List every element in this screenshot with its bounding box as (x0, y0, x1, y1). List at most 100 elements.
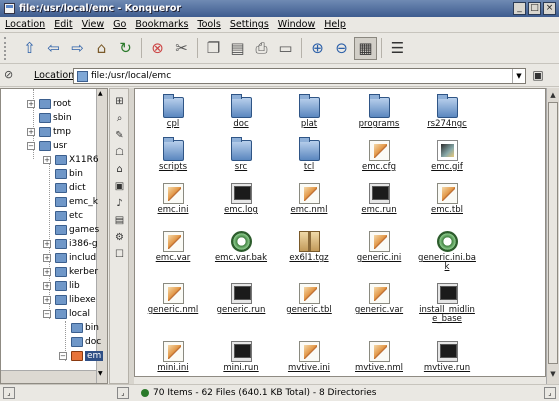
home-icon[interactable]: ⌂ (90, 37, 113, 60)
file-item[interactable]: mini.run (211, 339, 271, 376)
tree-item[interactable]: games (55, 223, 99, 237)
tree-item[interactable]: usr (39, 139, 67, 153)
scrollbar-thumb[interactable] (548, 102, 558, 364)
file-item[interactable]: rs274ngc (417, 94, 477, 141)
file-item[interactable]: mini.ini (143, 339, 203, 376)
tree-expander[interactable]: + (43, 240, 51, 248)
tree-item[interactable]: sbin (39, 111, 72, 125)
go-icon[interactable]: ▣ (530, 68, 546, 84)
file-view[interactable]: cpl doc plat programs rs274ngc scripts src tcl e… (134, 88, 546, 377)
tree-item[interactable]: bin (71, 321, 99, 335)
tree-expander[interactable]: − (43, 310, 51, 318)
home-icon[interactable]: ⌂ (112, 163, 127, 177)
cut-icon[interactable]: ✂ (170, 37, 193, 60)
tree-expander[interactable]: + (27, 100, 35, 108)
tree-expander[interactable]: + (43, 282, 51, 290)
menu-location[interactable]: Location (5, 19, 45, 30)
history-icon[interactable]: ▤ (112, 214, 127, 228)
bookmark-icon[interactable]: ☖ (112, 146, 127, 160)
tree-item[interactable]: em (71, 349, 104, 363)
file-item[interactable]: install_midlin e_base (417, 281, 477, 327)
tree-item[interactable]: root (39, 97, 71, 111)
tree-expander[interactable]: + (43, 254, 51, 262)
tree-item[interactable]: emc_k (55, 195, 98, 209)
print-icon[interactable]: ⎙ (250, 37, 273, 60)
file-item[interactable]: cpl (143, 94, 203, 141)
icon-view-icon[interactable]: ▦ (354, 36, 377, 60)
menu-bookmarks[interactable]: Bookmarks (135, 19, 188, 30)
file-item[interactable]: emc.nml (279, 181, 339, 227)
file-item[interactable]: emc.log (211, 181, 271, 227)
file-item[interactable]: src (211, 137, 271, 184)
corner-icon[interactable]: ⌟ (3, 387, 15, 399)
file-item[interactable]: mvtive.run (417, 339, 477, 376)
app-icon[interactable] (4, 3, 15, 14)
file-item[interactable]: tcl (279, 137, 339, 184)
tree-expander[interactable]: + (27, 128, 35, 136)
reload-icon[interactable]: ↻ (114, 37, 137, 60)
zoom-in-icon[interactable]: ⊕ (306, 37, 329, 60)
tree-expander[interactable]: − (27, 142, 35, 150)
close-button[interactable]: × (543, 2, 556, 15)
toolbar-grip[interactable] (4, 37, 10, 60)
file-item[interactable]: mvtive.nml (349, 339, 409, 376)
scroll-up-icon[interactable]: ▲ (98, 90, 103, 97)
file-item[interactable]: emc.ini (143, 181, 203, 227)
file-item[interactable]: ex6l1.tgz (279, 229, 339, 275)
file-item[interactable]: generic.tbl (279, 281, 339, 327)
back-icon[interactable]: ⇦ (42, 37, 65, 60)
maximize-button[interactable]: □ (528, 2, 541, 15)
file-item[interactable]: emc.var (143, 229, 203, 275)
forward-icon[interactable]: ⇨ (66, 37, 89, 60)
title-bar[interactable]: file:/usr/local/emc - Konqueror _ □ × (0, 0, 559, 17)
location-input[interactable]: file:/usr/local/emc ▼ (73, 68, 526, 84)
scroll-down-icon[interactable]: ▼ (98, 370, 103, 377)
tree-expander[interactable]: + (43, 296, 51, 304)
tree-expander[interactable]: − (59, 352, 67, 360)
tree-item[interactable]: libexe (55, 293, 96, 307)
zoom-out-icon[interactable]: ⊖ (330, 37, 353, 60)
menu-go[interactable]: Go (113, 19, 126, 30)
clear-location-icon[interactable]: ⊘ (4, 68, 18, 82)
tree-item[interactable]: includ (55, 251, 96, 265)
media-icon[interactable]: ♪ (112, 197, 127, 211)
view-scrollbar[interactable]: ▲ ▼ (546, 88, 559, 384)
copy-icon[interactable]: ❐ (202, 37, 225, 60)
scroll-up-icon[interactable]: ▲ (548, 89, 558, 101)
file-item[interactable]: emc.var.bak (211, 229, 271, 275)
file-item[interactable]: scripts (143, 137, 203, 184)
file-item[interactable]: mvtive.ini (279, 339, 339, 376)
tree-expander[interactable]: + (43, 268, 51, 276)
paste-icon[interactable]: ▤ (226, 37, 249, 60)
find-icon[interactable]: ⌕ (112, 112, 127, 126)
menu-settings[interactable]: Settings (230, 19, 269, 30)
tree-item[interactable]: bin (55, 167, 83, 181)
corner-icon[interactable]: ⌟ (117, 387, 129, 399)
file-item[interactable]: generic.run (211, 281, 271, 327)
tree-icon[interactable]: ☐ (112, 248, 127, 262)
tree-item[interactable]: tmp (39, 125, 71, 139)
tree-item[interactable]: kerber (55, 265, 98, 279)
menu-help[interactable]: Help (324, 19, 346, 30)
file-item[interactable]: emc.tbl (417, 181, 477, 227)
tree-item[interactable]: lib (55, 279, 80, 293)
tree-item[interactable]: local (55, 307, 90, 321)
edit-icon[interactable]: ✎ (112, 129, 127, 143)
file-item[interactable]: generic.var (349, 281, 409, 327)
menu-tools[interactable]: Tools (197, 19, 220, 30)
resize-grip-icon[interactable]: ⌟ (544, 387, 556, 399)
tree-item[interactable]: X11R6 (55, 153, 99, 167)
file-item[interactable]: generic.ini.ba k (417, 229, 477, 275)
tree-item[interactable]: doc (71, 335, 101, 349)
services-icon[interactable]: ⚙ (112, 231, 127, 245)
file-item[interactable]: plat (279, 94, 339, 141)
stop-icon[interactable]: ⊗ (146, 37, 169, 60)
file-item[interactable]: emc.gif (417, 138, 477, 184)
tree-horizontal-scrollbar[interactable] (1, 370, 96, 383)
new-window-icon[interactable]: ▭ (274, 37, 297, 60)
detail-view-icon[interactable]: ☰ (386, 37, 409, 60)
directory-tree[interactable]: ▲ ▼ + root sbin + tmp − usr + X11R6 bin dict emc_k e… (0, 88, 108, 384)
scroll-down-icon[interactable]: ▼ (548, 368, 558, 380)
tree-item[interactable]: i386-g (55, 237, 98, 251)
file-item[interactable]: emc.run (349, 181, 409, 227)
